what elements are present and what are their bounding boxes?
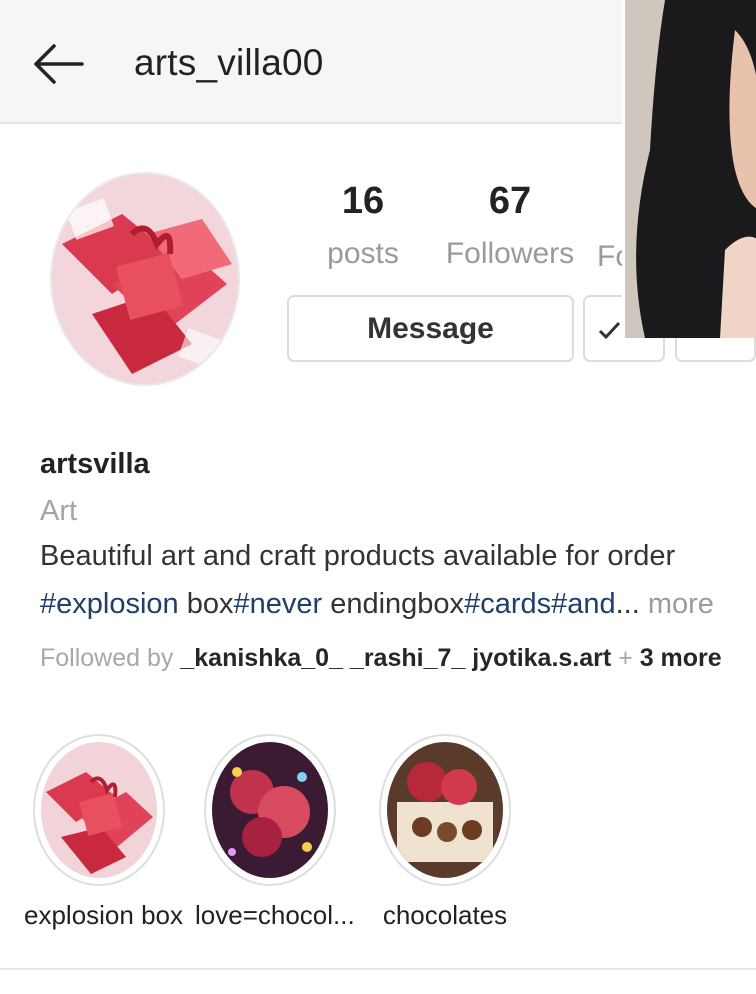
posts-count: 16 xyxy=(341,180,385,222)
profile-category: Art xyxy=(40,495,78,527)
arrow-left-icon xyxy=(34,44,84,84)
check-icon xyxy=(598,321,621,340)
highlight-label: explosion box xyxy=(24,900,183,930)
followed-by-users: _kanishka_0_ _rashi_7_ jyotika.s.art xyxy=(180,644,612,672)
profile-hashtags: #explosion box#never endingbox#cards#and… xyxy=(40,588,714,621)
gift-box-photo xyxy=(52,174,238,384)
profile-display-name: artsvilla xyxy=(40,448,150,480)
bio-text-fragment: box xyxy=(178,588,234,620)
gift-box-thumbnail xyxy=(41,742,157,878)
highlight-ring xyxy=(379,734,511,886)
highlight-ring xyxy=(33,734,165,886)
highlight-label: love=chocol... xyxy=(195,900,355,930)
hashtag-link[interactable]: #never xyxy=(233,588,322,620)
profile-avatar[interactable] xyxy=(50,172,240,386)
followed-by-prefix: Followed by xyxy=(40,644,181,672)
highlight-item[interactable]: love=chocol... xyxy=(195,734,355,931)
message-button-label: Message xyxy=(367,311,494,345)
highlight-ring xyxy=(204,734,336,886)
section-divider xyxy=(0,968,756,970)
hashtag-link[interactable]: #explosion xyxy=(40,588,179,620)
person-photo xyxy=(625,0,756,338)
bio-text-fragment: endingbox xyxy=(322,588,465,620)
hashtag-link[interactable]: #cards#and xyxy=(464,588,616,620)
message-button[interactable]: Message xyxy=(287,295,574,362)
highlight-item[interactable]: explosion box xyxy=(24,734,183,931)
bio-more-link[interactable]: more xyxy=(640,588,714,620)
posts-stat[interactable]: 16 posts xyxy=(318,180,408,271)
profile-username: arts_villa00 xyxy=(134,42,324,83)
posts-label: posts xyxy=(327,237,399,270)
ellipsis: ... xyxy=(615,588,640,620)
followers-label: Followers xyxy=(445,237,575,270)
followed-by-more: 3 more xyxy=(639,644,722,672)
back-button[interactable] xyxy=(28,38,88,90)
followers-stat[interactable]: 67 Followers xyxy=(440,180,580,271)
followers-count: 67 xyxy=(488,180,532,222)
highlight-label: chocolates xyxy=(382,900,508,930)
followed-by[interactable]: Followed by _kanishka_0_ _rashi_7_ jyoti… xyxy=(40,644,722,673)
chocolate-bouquet-thumbnail xyxy=(212,742,328,878)
highlight-item[interactable]: chocolates xyxy=(370,734,520,931)
followed-by-plus: + xyxy=(611,644,640,672)
webcam-overlay xyxy=(622,0,756,338)
chocolates-thumbnail xyxy=(387,742,503,878)
profile-bio: Beautiful art and craft products availab… xyxy=(40,540,676,572)
